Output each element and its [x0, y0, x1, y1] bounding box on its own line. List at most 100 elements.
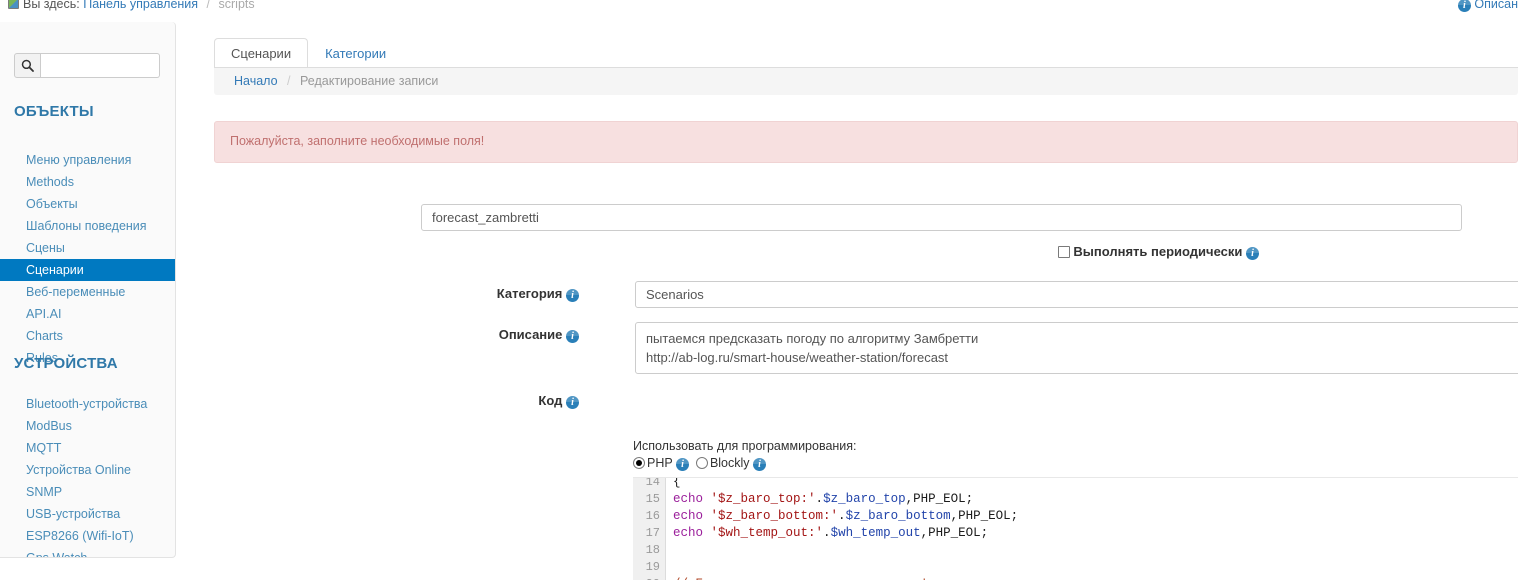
- sidebar-item-label: MQTT: [26, 441, 61, 455]
- code-line[interactable]: // Если зима, то снег, а не дожди!: [673, 576, 928, 580]
- sidebar-item-4[interactable]: SNMP: [0, 481, 176, 503]
- info-icon[interactable]: i: [566, 396, 579, 409]
- tab-label: Сценарии: [231, 46, 291, 61]
- topbar-separator: /: [207, 0, 210, 11]
- sidebar-item-2[interactable]: MQTT: [0, 437, 176, 459]
- category-selected-value: Scenarios: [646, 287, 704, 302]
- sidebar-item-1[interactable]: ModBus: [0, 415, 176, 437]
- code-line[interactable]: {: [673, 477, 681, 491]
- app-logo-icon: [8, 0, 19, 9]
- sidebar-item-label: ESP8266 (Wifi-IoT): [26, 529, 134, 543]
- code-token: '$wh_temp_out:': [711, 526, 824, 540]
- sidebar-item-label: ModBus: [26, 419, 72, 433]
- code-line[interactable]: echo '$z_baro_top:'.$z_baro_top,PHP_EOL;: [673, 491, 973, 508]
- line-number: 20: [646, 576, 660, 580]
- radio-blockly[interactable]: [696, 457, 708, 469]
- breadcrumb-separator: /: [287, 74, 290, 88]
- line-number: 15: [646, 491, 660, 508]
- info-icon[interactable]: i: [566, 289, 579, 302]
- sidebar-item-label: Methods: [26, 175, 74, 189]
- code-line[interactable]: echo '$z_baro_bottom:'.$z_baro_bottom,PH…: [673, 508, 1018, 525]
- info-icon[interactable]: i: [1246, 247, 1259, 260]
- topbar-link-dashboard[interactable]: Панель управления: [83, 0, 198, 11]
- sidebar-heading-devices: УСТРОЙСТВА: [14, 355, 118, 372]
- programming-mode-title: Использовать для программирования:: [633, 439, 857, 453]
- sidebar-item-0[interactable]: Меню управления: [0, 149, 176, 171]
- periodic-label: Выполнять периодически: [1073, 244, 1242, 259]
- sidebar-item-label: Сценарии: [26, 263, 84, 277]
- breadcrumb-home[interactable]: Начало: [234, 74, 278, 88]
- panel-breadcrumb-bar: Начало / Редактирование записи: [214, 68, 1518, 95]
- topbar: Вы здесь: Панель управления / scripts i …: [0, 0, 1518, 17]
- search-icon: [21, 59, 34, 72]
- tab-1[interactable]: Категории: [308, 38, 403, 68]
- info-icon: i: [1458, 0, 1471, 12]
- sidebar-item-label: Меню управления: [26, 153, 131, 167]
- you-are-here-label: Вы здесь:: [23, 0, 80, 11]
- sidebar-item-label: USB-устройства: [26, 507, 120, 521]
- breadcrumb-top: Вы здесь: Панель управления / scripts: [8, 0, 255, 11]
- info-icon[interactable]: i: [676, 458, 689, 471]
- code-lines[interactable]: {echo '$z_baro_top:'.$z_baro_top,PHP_EOL…: [673, 478, 1518, 580]
- code-editor[interactable]: 14151617181920 {echo '$z_baro_top:'.$z_b…: [633, 477, 1518, 580]
- sidebar-item-5[interactable]: Сценарии: [0, 259, 176, 281]
- breadcrumb-current: Редактирование записи: [300, 74, 438, 88]
- category-label-text: Категория: [497, 286, 563, 301]
- sidebar-item-2[interactable]: Объекты: [0, 193, 176, 215]
- alert-message: Пожалуйста, заполните необходимые поля!: [230, 134, 484, 148]
- description-textarea[interactable]: пытаемся предсказать погоду по алгоритму…: [635, 322, 1518, 374]
- info-icon[interactable]: i: [753, 458, 766, 471]
- code-token: $z_baro_top: [823, 492, 906, 506]
- mode-php-label: PHP: [647, 456, 672, 470]
- description-label-text: Описание: [499, 327, 563, 342]
- mode-option-blockly[interactable]: Blockly: [692, 456, 749, 470]
- sidebar-item-label: Gps Watch: [26, 551, 87, 558]
- main-panel: Сценарии Категории Начало / Редактировани…: [214, 22, 1518, 558]
- category-field-label: Категория i: [414, 286, 579, 302]
- code-label-text: Код: [538, 393, 562, 408]
- sidebar-item-6[interactable]: ESP8266 (Wifi-IoT): [0, 525, 176, 547]
- validation-alert: Пожалуйста, заполните необходимые поля!: [214, 121, 1518, 163]
- code-line[interactable]: echo '$wh_temp_out:'.$wh_temp_out,PHP_EO…: [673, 525, 988, 542]
- sidebar-item-3[interactable]: Шаблоны поведения: [0, 215, 176, 237]
- periodic-checkbox-row: Выполнять периодически i: [644, 244, 1259, 260]
- code-token: echo: [673, 526, 711, 540]
- sidebar-item-7[interactable]: API.AI: [0, 303, 176, 325]
- sidebar-item-label: Веб-переменные: [26, 285, 125, 299]
- topbar-current: scripts: [219, 0, 255, 11]
- sidebar-heading-objects: ОБЪЕКТЫ: [14, 103, 94, 120]
- sidebar-item-6[interactable]: Веб-переменные: [0, 281, 176, 303]
- periodic-checkbox[interactable]: [1058, 246, 1070, 258]
- sidebar-item-label: Устройства Online: [26, 463, 131, 477]
- topbar-right-link[interactable]: i Описан: [1458, 0, 1518, 12]
- sidebar-item-8[interactable]: Charts: [0, 325, 176, 347]
- sidebar-list-devices: Bluetooth-устройства ModBus MQTT Устройства…: [0, 393, 176, 558]
- info-icon[interactable]: i: [566, 330, 579, 343]
- sidebar-search: [14, 53, 160, 78]
- line-number: 16: [646, 508, 660, 525]
- line-number: 19: [646, 559, 660, 576]
- sidebar-item-5[interactable]: USB-устройства: [0, 503, 176, 525]
- sidebar-item-label: API.AI: [26, 307, 61, 321]
- name-input[interactable]: [421, 204, 1462, 231]
- sidebar-item-4[interactable]: Сцены: [0, 237, 176, 259]
- radio-php[interactable]: [633, 457, 645, 469]
- topbar-right-label: Описан: [1474, 0, 1518, 11]
- sidebar-list-objects: Меню управления Methods ОбъектыШаблоны пов…: [0, 149, 176, 369]
- tab-0[interactable]: Сценарии: [214, 38, 308, 68]
- sidebar-item-0[interactable]: Bluetooth-устройства: [0, 393, 176, 415]
- code-token: ,PHP_EOL;: [906, 492, 974, 506]
- sidebar-item-1[interactable]: Methods: [0, 171, 176, 193]
- sidebar-item-label: SNMP: [26, 485, 62, 499]
- category-select[interactable]: Scenarios: [635, 281, 1518, 308]
- sidebar-item-label: Bluetooth-устройства: [26, 397, 147, 411]
- mode-option-php[interactable]: PHP: [633, 456, 672, 470]
- sidebar-item-3[interactable]: Устройства Online: [0, 459, 176, 481]
- search-input[interactable]: [41, 53, 160, 78]
- sidebar-item-7[interactable]: Gps Watch: [0, 547, 176, 558]
- code-token: $z_baro_bottom: [846, 509, 951, 523]
- sidebar-item-label: Сцены: [26, 241, 65, 255]
- search-button[interactable]: [14, 53, 41, 78]
- code-token: '$z_baro_bottom:': [711, 509, 839, 523]
- code-token: .: [838, 509, 846, 523]
